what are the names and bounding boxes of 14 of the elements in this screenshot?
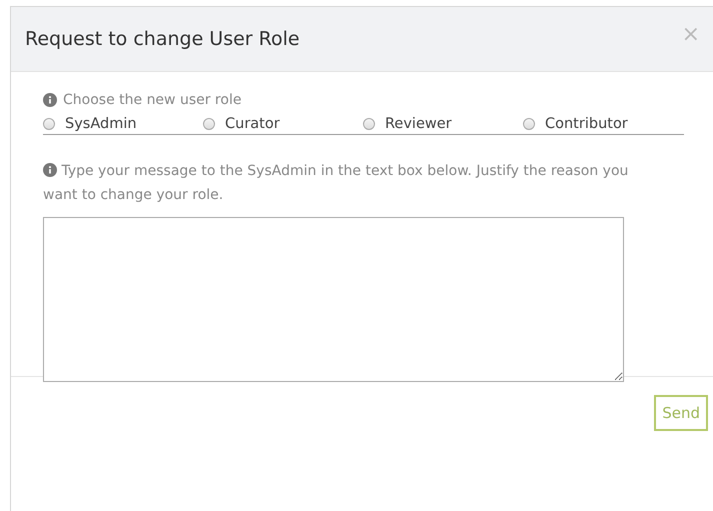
role-prompt: Choose the new user role [63, 92, 242, 108]
role-label[interactable]: SysAdmin [65, 116, 137, 132]
role-label[interactable]: Curator [225, 116, 280, 132]
radio-button[interactable] [203, 118, 215, 130]
radio-button[interactable] [43, 118, 55, 130]
message-field[interactable] [43, 217, 624, 382]
radio-button[interactable] [363, 118, 375, 130]
radio-button[interactable] [523, 118, 535, 130]
dialog-title: Request to change User Role [25, 28, 300, 50]
role-label[interactable]: Contributor [545, 116, 628, 132]
info-icon [43, 163, 57, 177]
role-label[interactable]: Reviewer [385, 116, 452, 132]
message-prompt: Type your message to the SysAdmin in the text box below. Justify the reason you want to change your role. [43, 163, 628, 203]
info-icon [43, 93, 57, 107]
